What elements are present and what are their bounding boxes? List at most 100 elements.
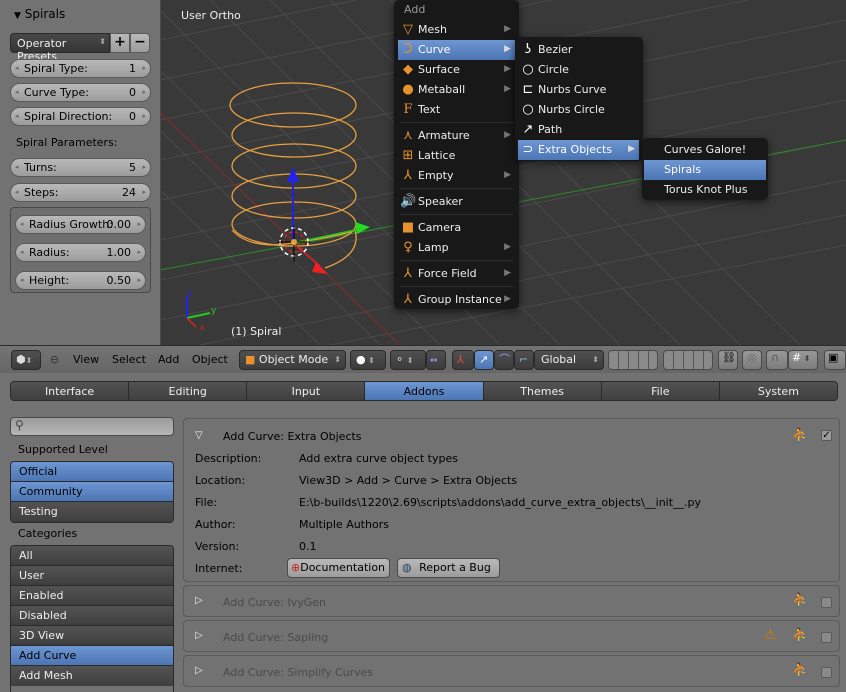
expand-triangle-icon[interactable]: ▷ [195, 595, 203, 606]
menu-item-camera[interactable]: ■ Camera [398, 218, 515, 238]
version-key: Version: [195, 540, 240, 553]
remove-preset-button[interactable]: − [130, 33, 150, 53]
rotate-manipulator-toggle[interactable]: ⌒ [494, 350, 514, 370]
description-key: Description: [195, 452, 262, 465]
lock-layers-toggle[interactable]: ⛓ [718, 350, 738, 370]
addon-enabled-checkbox[interactable]: ✓ [821, 430, 832, 441]
radius-growth-field[interactable]: ◂ Radius Growth: 0.00 ▸ [15, 215, 146, 234]
turns-field[interactable]: ◂ Turns: 5 ▸ [10, 158, 151, 177]
category-user[interactable]: User [11, 566, 173, 586]
menu-item-empty[interactable]: ⅄ Empty ▶ [398, 166, 515, 186]
operator-presets-dropdown[interactable]: Operator Presets ⬍ [10, 33, 110, 63]
tab-themes[interactable]: Themes [483, 382, 602, 400]
menu-select[interactable]: Select [112, 353, 146, 366]
tab-system[interactable]: System [719, 382, 837, 400]
addon-enabled-checkbox[interactable] [821, 632, 832, 643]
addon-simplify-curves[interactable]: ▷ Add Curve: Simplify Curves ⛹ [183, 655, 840, 687]
menu-item-force-field[interactable]: ⅄ Force Field ▶ [398, 264, 515, 284]
menu-item-armature[interactable]: ⋏ Armature ▶ [398, 126, 515, 146]
pivot-dropdown[interactable]: ⚬ ⬍ [390, 350, 426, 370]
tab-file[interactable]: File [601, 382, 720, 400]
menu-item-nurbs-circle[interactable]: ○ Nurbs Circle [518, 100, 639, 120]
addon-title: Add Curve: Extra Objects [223, 430, 362, 443]
menu-item-extra-objects[interactable]: ⊃ Extra Objects ▶ [518, 140, 639, 160]
tab-addons[interactable]: Addons [365, 382, 484, 400]
scale-manipulator-toggle[interactable]: ⌐ [514, 350, 534, 370]
tab-editing[interactable]: Editing [129, 382, 248, 400]
file-value: E:\b-builds\1220\2.69\scripts\addons\add… [299, 496, 702, 509]
armature-icon: ⋏ [403, 128, 413, 143]
addon-ivygen[interactable]: ▷ Add Curve: IvyGen ⛹ [183, 585, 840, 617]
menu-item-torus-knot-plus[interactable]: Torus Knot Plus [644, 180, 766, 200]
transform-manipulators-toggle[interactable]: ⅄ [452, 350, 474, 370]
menu-item-metaball[interactable]: ● Metaball ▶ [398, 80, 515, 100]
category-enabled[interactable]: Enabled [11, 586, 173, 606]
menu-item-group-instance[interactable]: ⅄ Group Instance ▶ [398, 290, 515, 310]
orientation-dropdown[interactable]: Global ⬍ [534, 350, 604, 370]
search-icon: ⚲ [15, 418, 24, 432]
spiral-direction-field[interactable]: ◂ Spiral Direction: 0 ▸ [10, 107, 151, 126]
addon-enabled-checkbox[interactable] [821, 667, 832, 678]
layer-buttons-2[interactable] [663, 350, 713, 370]
menu-item-circle[interactable]: ○ Circle [518, 60, 639, 80]
description-value: Add extra curve object types [299, 452, 458, 465]
menu-item-bezier[interactable]: ʖ Bezier [518, 40, 639, 60]
translate-manipulator-toggle[interactable]: ↗ [474, 350, 494, 370]
curve-type-field[interactable]: ◂ Curve Type: 0 ▸ [10, 83, 151, 102]
snap-element-dropdown[interactable]: # ⬍ [788, 350, 818, 370]
mode-dropdown[interactable]: ■ Object Mode ⬍ [239, 350, 346, 370]
menu-item-lamp[interactable]: ♀ Lamp ▶ [398, 238, 515, 258]
addon-sapling[interactable]: ▷ Add Curve: Sapling ⚠ ⛹ [183, 620, 840, 652]
editor-type-button[interactable]: ⬢⬍ [11, 350, 41, 370]
menu-item-text[interactable]: F Text [398, 100, 515, 120]
operator-presets: Operator Presets ⬍ + − [10, 33, 151, 63]
layer-buttons-1[interactable] [608, 350, 658, 370]
category-all[interactable]: All [11, 546, 173, 566]
menu-item-speaker[interactable]: 🔊 Speaker [398, 192, 515, 212]
menu-add[interactable]: Add [158, 353, 179, 366]
menu-item-nurbs-curve[interactable]: ⊏ Nurbs Curve [518, 80, 639, 100]
menu-item-lattice[interactable]: ⊞ Lattice [398, 146, 515, 166]
panel-title[interactable]: ▼ Spirals [14, 7, 65, 21]
menu-item-curves-galore[interactable]: Curves Galore! [644, 140, 766, 160]
menu-item-mesh[interactable]: ▽ Mesh ▶ [398, 20, 515, 40]
category-add-mesh[interactable]: Add Mesh [11, 666, 173, 686]
height-field[interactable]: ◂ Height: 0.50 ▸ [15, 271, 146, 290]
addon-search-input[interactable]: ⚲ [10, 417, 174, 436]
menu-item-path[interactable]: ↗ Path [518, 120, 639, 140]
expand-triangle-icon[interactable]: ▽ [195, 430, 203, 441]
menu-item-spirals[interactable]: Spirals [644, 160, 766, 180]
menu-item-surface[interactable]: ◆ Surface ▶ [398, 60, 515, 80]
manipulator-toggle[interactable]: ⇔ [426, 350, 446, 370]
report-bug-button[interactable]: ◍ Report a Bug [397, 558, 500, 578]
category-disabled[interactable]: Disabled [11, 606, 173, 626]
plugin-icon: ⊃ [522, 142, 534, 157]
categories-list: All User Enabled Disabled 3D View Add Cu… [10, 545, 174, 692]
addon-enabled-checkbox[interactable] [821, 597, 832, 608]
collapse-menus-icon[interactable]: ⊖ [50, 353, 59, 366]
menu-object[interactable]: Object [192, 353, 228, 366]
radius-field[interactable]: ◂ Radius: 1.00 ▸ [15, 243, 146, 262]
tab-input[interactable]: Input [247, 382, 366, 400]
category-3d-view[interactable]: 3D View [11, 626, 173, 646]
spiral-type-field[interactable]: ◂ Spiral Type: 1 ▸ [10, 59, 151, 78]
filter-official[interactable]: Official [11, 462, 173, 482]
tab-interface[interactable]: Interface [11, 382, 130, 400]
snap-toggle[interactable]: ∩ [766, 350, 788, 370]
filter-community[interactable]: Community [11, 482, 173, 502]
steps-field[interactable]: ◂ Steps: 24 ▸ [10, 183, 151, 202]
submenu-arrow-icon: ▶ [504, 130, 511, 140]
filter-testing[interactable]: Testing [11, 502, 173, 522]
expand-triangle-icon[interactable]: ▷ [195, 630, 203, 641]
svg-text:z: z [188, 289, 193, 299]
shading-dropdown[interactable]: ● ⬍ [350, 350, 386, 370]
render-button[interactable]: ▣ [824, 350, 846, 370]
menu-view[interactable]: View [73, 353, 99, 366]
documentation-button[interactable]: ⊕Documentation [287, 558, 390, 578]
proportional-edit-toggle[interactable]: ◎ [742, 350, 762, 370]
expand-triangle-icon[interactable]: ▷ [195, 665, 203, 676]
category-add-curve[interactable]: Add Curve [11, 646, 173, 666]
viewport-header: ⬢⬍ ⊖ View Select Add Object ■ Object Mod… [0, 345, 846, 373]
add-preset-button[interactable]: + [110, 33, 130, 53]
menu-item-curve[interactable]: Ↄ Curve ▶ [398, 40, 515, 60]
